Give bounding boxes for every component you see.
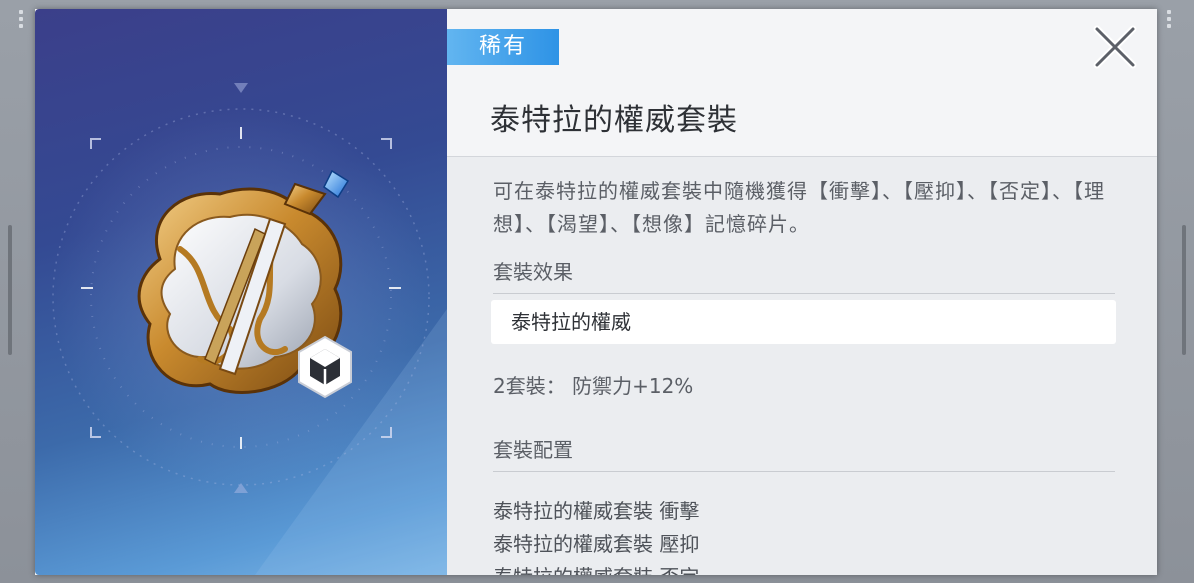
set-name-box: 泰特拉的權威 — [491, 300, 1116, 344]
list-item: 泰特拉的權威套裝 壓抑 — [493, 532, 700, 556]
item-artwork — [51, 83, 447, 575]
left-scroll-handle — [8, 225, 12, 355]
right-edge-dots — [1166, 10, 1172, 31]
left-edge-dots — [18, 10, 24, 31]
item-title: 泰特拉的權威套裝 — [490, 103, 738, 138]
item-header: 稀有 泰特拉的權威套裝 — [447, 9, 1157, 157]
item-details-body: 可在泰特拉的權威套裝中隨機獲得【衝擊】、【壓抑】、【否定】、【理想】、【渴望】、… — [447, 157, 1157, 575]
item-detail-dialog: 稀有 泰特拉的權威套裝 可在泰特拉的權威套裝中隨機獲得【衝擊】、【壓抑】、【否定… — [35, 9, 1157, 575]
item-info-panel: 稀有 泰特拉的權威套裝 可在泰特拉的權威套裝中隨機獲得【衝擊】、【壓抑】、【否定… — [447, 9, 1157, 575]
item-artwork-panel — [35, 9, 447, 575]
rarity-badge: 稀有 — [447, 29, 559, 65]
set-effect-heading: 套裝效果 — [493, 256, 1115, 294]
close-icon — [1093, 25, 1137, 69]
close-button[interactable] — [1091, 23, 1139, 71]
set-config-list: 泰特拉的權威套裝 衝擊 泰特拉的權威套裝 壓抑 泰特拉的權威套裝 否定 — [493, 495, 699, 575]
set-bonus-text: 2套裝： 防禦力+12% — [493, 374, 694, 398]
right-scroll-handle — [1182, 225, 1186, 355]
list-item: 泰特拉的權威套裝 否定 — [493, 561, 699, 575]
list-item: 泰特拉的權威套裝 衝擊 — [493, 499, 700, 523]
item-description: 可在泰特拉的權威套裝中隨機獲得【衝擊】、【壓抑】、【否定】、【理想】、【渴望】、… — [493, 179, 1105, 236]
set-config-heading: 套裝配置 — [493, 434, 1115, 472]
